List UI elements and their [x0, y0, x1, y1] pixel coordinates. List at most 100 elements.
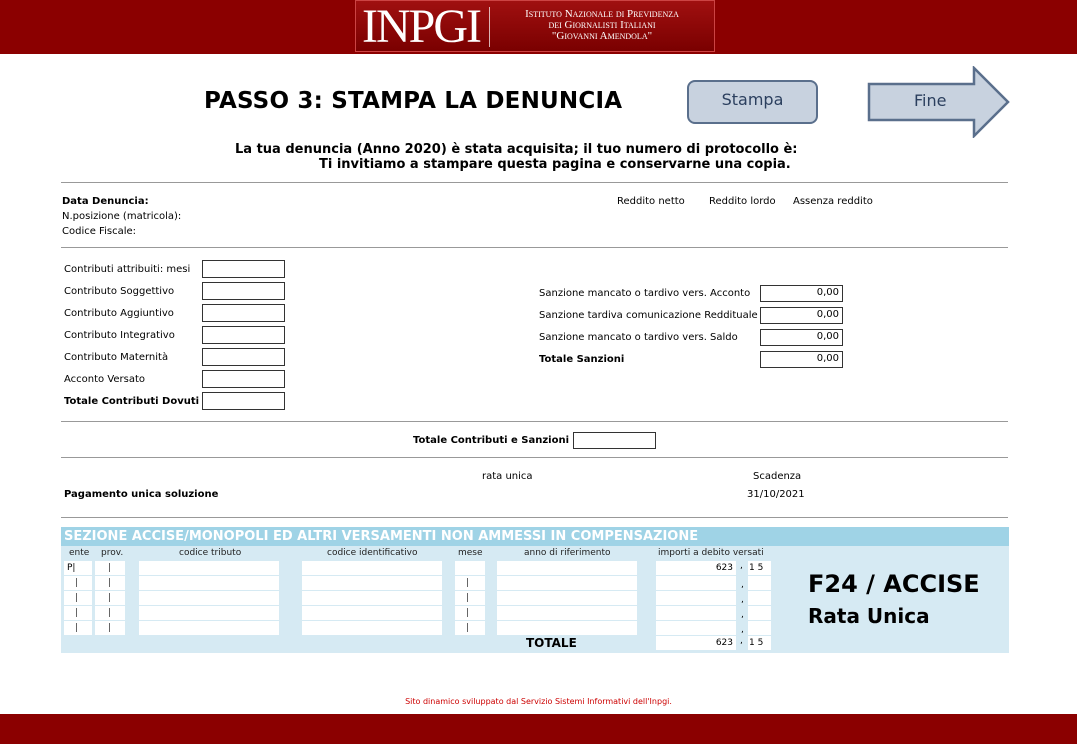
assenza-reddito-label: Assenza reddito [793, 196, 873, 207]
footer-bar [0, 714, 1077, 744]
f24-amount-cell: 623 [656, 561, 736, 575]
print-advice: Ti invitiamo a stampare questa pagina e … [319, 157, 791, 172]
totale-sanzioni-value: 0,00 [760, 351, 843, 368]
f24-ente-cell: | [64, 621, 92, 635]
logo-separator [489, 7, 490, 47]
f24-cents-cell [748, 621, 771, 635]
f24-identificativo-cell [302, 591, 442, 605]
f24-identificativo-cell [302, 621, 442, 635]
f24-mese-cell: | [455, 621, 485, 635]
contributo-integrativo-field [202, 326, 285, 344]
f24-mese-cell: | [455, 606, 485, 620]
codice-fiscale-label: Codice Fiscale: [62, 226, 136, 237]
finish-label: Fine [914, 91, 947, 110]
f24-heading: SEZIONE ACCISE/MONOPOLI ED ALTRI VERSAME… [61, 527, 1009, 546]
f24-tributo-cell [139, 591, 279, 605]
col-mese: mese [458, 548, 483, 558]
decimal-comma: , [740, 636, 743, 646]
sanzione-tardiva-value: 0,00 [760, 307, 843, 324]
contributo-soggettivo-field [202, 282, 285, 300]
totale-contributi-field [202, 392, 285, 410]
inpgi-logo: INPGI Istituto Nazionale di Previdenza d… [355, 0, 715, 52]
f24-tributo-cell [139, 606, 279, 620]
f24-cents-cell [748, 606, 771, 620]
acconto-versato-field [202, 370, 285, 388]
decimal-comma: , [741, 610, 744, 620]
f24-cents-cell [748, 576, 771, 590]
f24-mese-cell: | [455, 576, 485, 590]
f24-subtitle: Rata Unica [808, 604, 930, 628]
footer-note: Sito dinamico sviluppato dal Servizio Si… [405, 697, 672, 706]
col-anno: anno di riferimento [524, 548, 611, 558]
f24-prov-cell: | [95, 621, 125, 635]
f24-prov-cell: | [95, 591, 125, 605]
print-button[interactable]: Stampa [687, 80, 818, 124]
f24-prov-cell: | [95, 606, 125, 620]
sanzione-saldo-value: 0,00 [760, 329, 843, 346]
f24-anno-cell [497, 561, 637, 575]
totale-contributi-label: Totale Contributi Dovuti [64, 396, 200, 407]
finish-button[interactable]: Fine [867, 66, 1011, 138]
f24-totale-label: TOTALE [526, 636, 577, 650]
f24-anno-cell [497, 606, 637, 620]
f24-anno-cell [497, 621, 637, 635]
reddito-lordo-label: Reddito lordo [709, 196, 776, 207]
col-codice-tributo: codice tributo [179, 548, 242, 558]
data-denuncia-label: Data Denuncia: [62, 196, 149, 207]
reddito-netto-label: Reddito netto [617, 196, 685, 207]
f24-amount-cell [656, 576, 736, 590]
f24-mese-cell: | [455, 591, 485, 605]
f24-amount-cell [656, 591, 736, 605]
page-title: PASSO 3: STAMPA LA DENUNCIA [204, 88, 623, 114]
f24-prov-cell: | [95, 561, 125, 575]
divider [61, 457, 1008, 458]
contributi-mesi-label: Contributi attribuiti: mesi [64, 264, 191, 275]
f24-ente-cell: | [64, 606, 92, 620]
f24-cents-cell [748, 591, 771, 605]
divider [61, 517, 1008, 518]
f24-identificativo-cell [302, 561, 442, 575]
protocol-message: La tua denuncia (Anno 2020) è stata acqu… [235, 142, 798, 157]
logo-text: Istituto Nazionale di Previdenza dei Gio… [525, 8, 679, 42]
scadenza-label: Scadenza [753, 471, 802, 482]
divider [61, 182, 1008, 183]
f24-anno-cell [497, 591, 637, 605]
divider [61, 421, 1008, 422]
f24-mese-cell [455, 561, 485, 575]
rata-unica-label: rata unica [482, 471, 533, 482]
f24-totale-amount: 623 [656, 636, 736, 650]
sanzione-acconto-value: 0,00 [760, 285, 843, 302]
f24-ente-cell: P| [64, 561, 92, 575]
f24-identificativo-cell [302, 606, 442, 620]
totale-contributi-sanzioni-label: Totale Contributi e Sanzioni [413, 435, 570, 446]
decimal-comma: , [740, 561, 743, 571]
f24-ente-cell: | [64, 576, 92, 590]
f24-tributo-cell [139, 621, 279, 635]
f24-cents-cell: 1 5 [748, 561, 771, 575]
contributi-mesi-field [202, 260, 285, 278]
col-codice-identificativo: codice identificativo [327, 548, 418, 558]
contributo-integrativo-label: Contributo Integrativo [64, 330, 175, 341]
decimal-comma: , [741, 625, 744, 635]
f24-identificativo-cell [302, 576, 442, 590]
decimal-comma: , [741, 580, 744, 590]
contributo-maternita-field [202, 348, 285, 366]
contributo-maternita-label: Contributo Maternità [64, 352, 169, 363]
totale-sanzioni-label: Totale Sanzioni [539, 354, 625, 365]
contributo-aggiuntivo-field [202, 304, 285, 322]
divider [61, 247, 1008, 248]
decimal-comma: , [741, 595, 744, 605]
scadenza-date: 31/10/2021 [747, 489, 805, 500]
f24-anno-cell [497, 576, 637, 590]
logo-mark: INPGI [362, 0, 482, 53]
posizione-label: N.posizione (matricola): [62, 211, 182, 222]
contributo-soggettivo-label: Contributo Soggettivo [64, 286, 175, 297]
f24-amount-cell [656, 606, 736, 620]
f24-tributo-cell [139, 561, 279, 575]
f24-prov-cell: | [95, 576, 125, 590]
f24-ente-cell: | [64, 591, 92, 605]
sanzione-saldo-label: Sanzione mancato o tardivo vers. Saldo [539, 332, 738, 343]
contributo-aggiuntivo-label: Contributo Aggiuntivo [64, 308, 174, 319]
col-prov: prov. [101, 548, 124, 558]
f24-tributo-cell [139, 576, 279, 590]
